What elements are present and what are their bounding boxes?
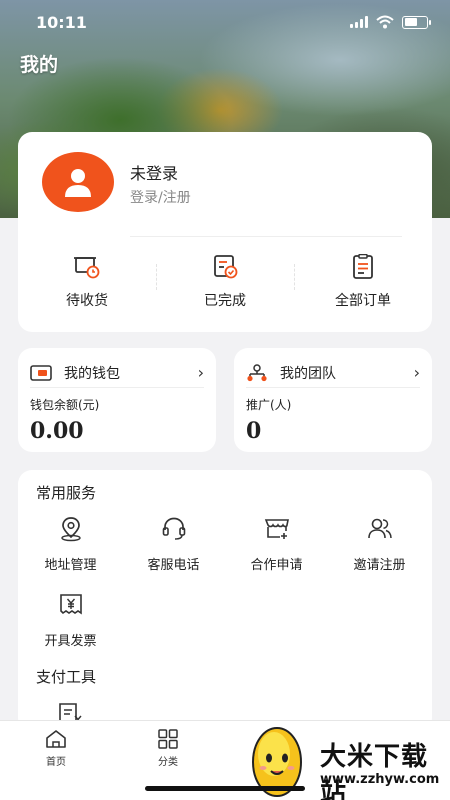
wallet-balance-value: 0.00 — [30, 418, 84, 444]
divider — [294, 264, 295, 290]
service-issue-invoice[interactable]: 开具发票 — [19, 592, 122, 649]
service-label: 客服电话 — [147, 558, 200, 573]
order-label: 待收货 — [66, 293, 108, 309]
service-label: 开具发票 — [44, 634, 97, 649]
wallet-title: 我的钱包 — [64, 365, 120, 382]
order-pending-delivery[interactable]: 待收货 — [18, 254, 156, 314]
login-register-link[interactable]: 登录/注册 — [130, 187, 191, 207]
team-title: 我的团队 — [280, 365, 336, 382]
wallet-card[interactable]: 我的钱包 › 钱包余额(元) 0.00 — [18, 348, 216, 452]
tab-label: 首页 — [46, 757, 66, 768]
order-label: 全部订单 — [335, 293, 391, 309]
team-promo-label: 推广(人) — [246, 398, 292, 412]
services-card: 常用服务 地址管理 客服电话 合作申请 邀请注册 开具发票 支付工具 — [18, 470, 432, 732]
home-icon — [46, 730, 66, 748]
service-label: 邀请注册 — [353, 558, 406, 573]
wallet-icon — [30, 364, 52, 381]
section-title-common-services: 常用服务 — [36, 484, 97, 502]
page-title: 我的 — [20, 54, 59, 76]
service-label: 合作申请 — [250, 558, 303, 573]
users-icon — [367, 518, 392, 539]
tab-label: 分类 — [158, 757, 178, 768]
watermark-name: 大米下载站 — [320, 742, 429, 800]
truck-clock-icon — [74, 257, 100, 279]
team-tree-icon — [247, 363, 267, 381]
service-cooperation-apply[interactable]: 合作申请 — [225, 516, 328, 573]
service-address-management[interactable]: 地址管理 — [19, 516, 122, 573]
team-card[interactable]: 我的团队 › 推广(人) 0 — [234, 348, 432, 452]
order-shortcuts: 待收货 已完成 全部订单 — [18, 254, 432, 314]
divider — [156, 264, 157, 290]
status-time: 10:11 — [36, 12, 87, 32]
order-completed[interactable]: 已完成 — [156, 254, 294, 314]
wifi-icon — [376, 15, 394, 29]
order-label: 已完成 — [204, 293, 246, 309]
username: 未登录 — [130, 164, 179, 183]
user-icon — [65, 169, 91, 197]
location-pin-icon — [60, 517, 81, 542]
grid-icon — [158, 729, 178, 749]
team-promo-value: 0 — [246, 418, 262, 444]
profile-card: 未登录 登录/注册 待收货 已完成 全部订单 — [18, 132, 432, 332]
chevron-right-icon: › — [197, 363, 204, 382]
section-title-payment-tools: 支付工具 — [36, 668, 97, 686]
service-customer-phone[interactable]: 客服电话 — [122, 516, 225, 573]
order-all[interactable]: 全部订单 — [294, 254, 432, 314]
wallet-header: 我的钱包 › — [30, 358, 204, 388]
home-indicator[interactable] — [145, 786, 305, 791]
order-list-icon — [353, 254, 373, 279]
tab-category[interactable]: 分类 — [138, 729, 198, 768]
wallet-balance-label: 钱包余额(元) — [30, 398, 100, 412]
watermark-url: www.zzhyw.com — [320, 772, 440, 787]
status-icons — [350, 15, 431, 29]
divider — [130, 236, 402, 237]
status-bar: 10:11 — [0, 0, 450, 44]
invoice-icon — [59, 594, 82, 615]
service-invite-register[interactable]: 邀请注册 — [328, 516, 431, 573]
avatar[interactable] — [42, 152, 114, 212]
chevron-right-icon: › — [413, 363, 420, 382]
signal-icon — [350, 16, 368, 28]
team-header: 我的团队 › — [246, 358, 420, 388]
headset-icon — [162, 517, 185, 540]
battery-icon — [402, 15, 431, 29]
service-label: 地址管理 — [44, 558, 97, 573]
store-plus-icon — [264, 519, 289, 539]
tab-home[interactable]: 首页 — [26, 729, 86, 768]
checklist-done-icon — [214, 255, 238, 279]
